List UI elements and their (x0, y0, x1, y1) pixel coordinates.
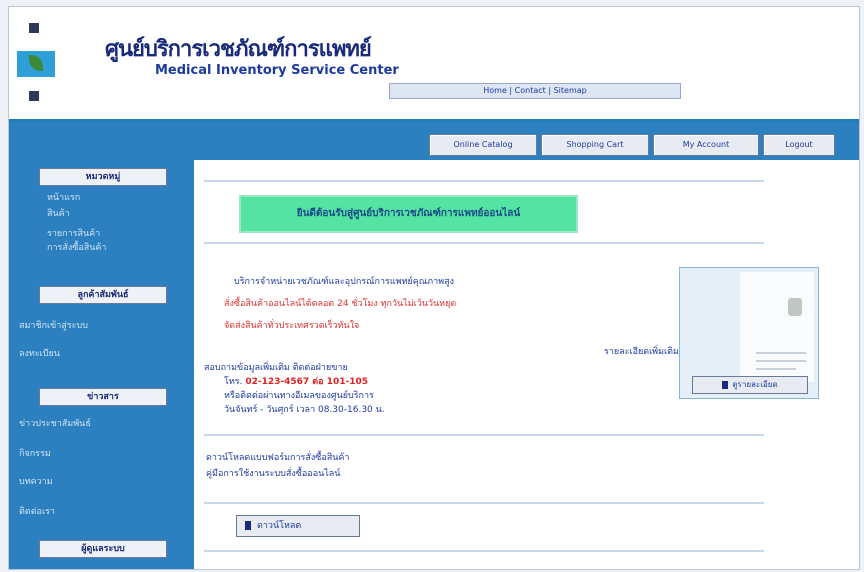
thumbnail-button-label: ดูรายละเอียด (732, 380, 778, 389)
nav-button-shopping-cart[interactable]: Shopping Cart (541, 134, 649, 156)
nav-button-logout[interactable]: Logout (763, 134, 835, 156)
download-button[interactable]: ดาวน์โหลด (236, 515, 360, 537)
sidebar-item[interactable]: รายการสินค้า (47, 226, 100, 240)
bullet-icon (245, 521, 251, 530)
info-text: หรือติดต่อผ่านทางอีเมลของศูนย์บริการ (224, 391, 374, 401)
logo-mark-icon (29, 91, 39, 101)
sidebar-section-title[interactable]: หมวดหมู่ (39, 168, 167, 186)
figure-icon (788, 298, 802, 316)
manual-link[interactable]: คู่มือการใช้งานระบบสั่งซื้อออนไลน์ (206, 466, 340, 480)
sidebar-item[interactable]: การสั่งซื้อสินค้า (47, 240, 106, 254)
thumbnail-detail-button[interactable]: ดูรายละเอียด (692, 376, 808, 394)
divider (204, 242, 764, 244)
logo-mark-icon (29, 23, 39, 33)
sidebar-section-title[interactable]: ลูกค้าสัมพันธ์ (39, 286, 167, 304)
thumbnail-image (740, 272, 814, 382)
welcome-banner: ยินดีต้อนรับสู่ศูนย์บริการเวชภัณฑ์การแพท… (239, 195, 578, 233)
sidebar-item[interactable]: ข่าวประชาสัมพันธ์ (19, 416, 91, 430)
caption-line (756, 360, 806, 362)
nav-button-my-account[interactable]: My Account (653, 134, 759, 156)
site-logo (15, 17, 59, 107)
nav-button-online-catalog[interactable]: Online Catalog (429, 134, 537, 156)
download-button-label: ดาวน์โหลด (257, 521, 302, 531)
notice-text: สั่งซื้อสินค้าออนไลน์ได้ตลอด 24 ชั่วโมง … (224, 299, 457, 309)
caption-line (756, 352, 806, 354)
sidebar: หมวดหมู่ หน้าแรก สินค้า รายการสินค้า การ… (9, 160, 194, 569)
download-form-link[interactable]: ดาวน์โหลดแบบฟอร์มการสั่งซื้อสินค้า (206, 450, 349, 464)
sidebar-item[interactable]: สมาชิกเข้าสู่ระบบ (19, 318, 88, 332)
sidebar-item[interactable]: ลงทะเบียน (19, 346, 60, 360)
product-thumbnail: ดูรายละเอียด (679, 267, 819, 399)
info-text: วันจันทร์ - วันศุกร์ เวลา 08.30-16.30 น. (224, 405, 385, 415)
info-phone-value: 02-123-4567 ต่อ 101-105 (245, 377, 368, 387)
divider (204, 502, 764, 504)
divider (204, 180, 764, 182)
main-content: ยินดีต้อนรับสู่ศูนย์บริการเวชภัณฑ์การแพท… (194, 160, 859, 569)
page-frame: ศูนย์บริการเวชภัณฑ์การแพทย์ Medical Inve… (8, 6, 860, 570)
info-phone: โทร. 02-123-4567 ต่อ 101-105 (224, 374, 368, 388)
header-link-strip[interactable]: Home | Contact | Sitemap (389, 83, 681, 99)
sidebar-item[interactable]: กิจกรรม (19, 446, 51, 460)
sidebar-item[interactable]: หน้าแรก (47, 190, 80, 204)
site-header: ศูนย์บริการเวชภัณฑ์การแพทย์ Medical Inve… (9, 7, 859, 122)
divider (204, 434, 764, 436)
sidebar-item[interactable]: ติดต่อเรา (19, 504, 55, 518)
sidebar-item[interactable]: สินค้า (47, 206, 70, 220)
bullet-icon (722, 380, 729, 389)
site-title-english: Medical Inventory Service Center (155, 63, 399, 78)
sidebar-section-title[interactable]: ข่าวสาร (39, 388, 167, 406)
caption-line (756, 368, 796, 370)
notice-text: จัดส่งสินค้าทั่วประเทศรวดเร็วทันใจ (224, 321, 360, 331)
sidebar-item[interactable]: บทความ (19, 474, 53, 488)
site-title-thai: ศูนย์บริการเวชภัณฑ์การแพทย์ (105, 36, 372, 62)
top-navigation: Online Catalog Shopping Cart My Account … (9, 122, 859, 160)
divider (204, 550, 764, 552)
info-phone-label: โทร. (224, 377, 243, 387)
info-heading: สอบถามข้อมูลเพิ่มเติม ติดต่อฝ่ายขาย (204, 363, 348, 373)
detail-link[interactable]: รายละเอียดเพิ่มเติม (604, 344, 679, 358)
intro-text: บริการจำหน่ายเวชภัณฑ์และอุปกรณ์การแพทย์ค… (234, 277, 454, 287)
sidebar-section-title[interactable]: ผู้ดูแลระบบ (39, 540, 167, 558)
